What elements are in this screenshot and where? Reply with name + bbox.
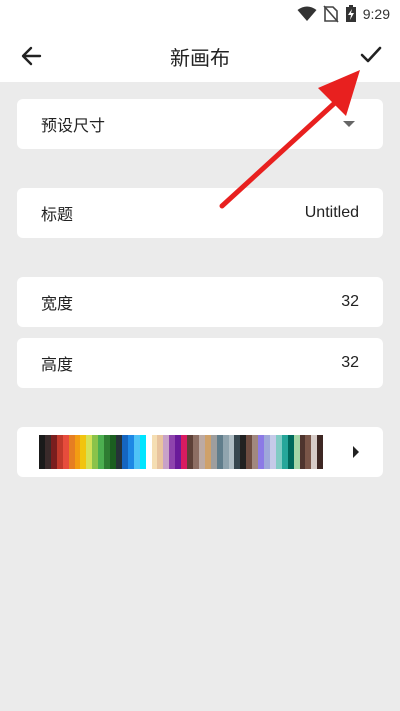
preset-size-label: 预设尺寸 bbox=[41, 116, 106, 135]
app-bar: 新画布 bbox=[0, 28, 400, 82]
no-sim-icon bbox=[323, 5, 339, 23]
width-field[interactable]: 宽度 32 bbox=[17, 277, 383, 327]
status-time: 9:29 bbox=[362, 6, 390, 22]
dropdown-arrow-icon bbox=[343, 121, 355, 127]
title-label: 标题 bbox=[41, 205, 74, 224]
height-label: 高度 bbox=[41, 355, 74, 374]
title-input[interactable]: Untitled bbox=[305, 204, 359, 222]
title-field[interactable]: 标题 Untitled bbox=[17, 188, 383, 238]
status-bar: 9:29 bbox=[0, 0, 400, 28]
check-icon[interactable] bbox=[356, 40, 386, 70]
height-input[interactable]: 32 bbox=[341, 354, 359, 372]
width-input[interactable]: 32 bbox=[341, 293, 359, 311]
width-label: 宽度 bbox=[41, 294, 74, 313]
chevron-right-icon bbox=[353, 446, 359, 458]
battery-charging-icon bbox=[345, 5, 356, 22]
palette-preview bbox=[39, 435, 324, 469]
height-field[interactable]: 高度 32 bbox=[17, 338, 383, 388]
wifi-icon bbox=[297, 6, 317, 21]
status-icons: 9:29 bbox=[297, 4, 390, 24]
page-title: 新画布 bbox=[170, 46, 230, 70]
palette-swatch bbox=[317, 435, 324, 469]
preset-size-dropdown[interactable]: 预设尺寸 bbox=[17, 99, 383, 149]
palette-selector[interactable] bbox=[17, 427, 383, 477]
